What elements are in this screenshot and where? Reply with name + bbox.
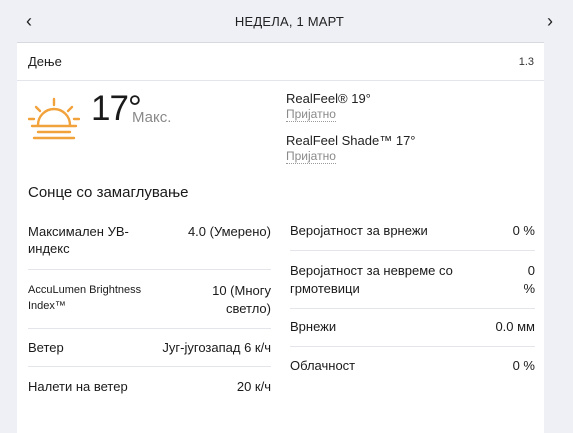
detail-value: 0.0 мм [495, 319, 535, 334]
detail-label: Веројатност за врнежи [290, 223, 428, 238]
detail-value: 20 к/ч [236, 379, 271, 394]
day-section-title: Дење [28, 54, 62, 69]
realfeel-value: RealFeel® 19° [286, 91, 371, 106]
detail-value: 0 % [512, 223, 535, 238]
realfeel-shade-block: RealFeel Shade™ 17° Пријатно [286, 133, 416, 164]
detail-label: Налети на ветер [28, 379, 128, 394]
prev-day-chevron-left-icon[interactable]: ‹ [26, 12, 32, 30]
detail-label: Веројатност за невреме со грмотевици [290, 263, 453, 296]
right-details-list: Веројатност за врнежи 0 % Веројатност за… [290, 215, 535, 387]
detail-value: 0 % [523, 263, 535, 296]
date-navigation: ‹ НЕДЕЛА, 1 МАРТ › [0, 0, 573, 42]
detail-value: 0 % [512, 358, 535, 373]
realfeel-description[interactable]: Пријатно [286, 107, 336, 122]
detail-label: Врнежи [290, 319, 337, 334]
detail-value: 4.0 (Умерено) [187, 224, 271, 239]
detail-row-precip: Врнежи 0.0 мм [290, 309, 535, 347]
max-label: Макс. [132, 109, 172, 126]
detail-label: Максимален УВ-индекс [28, 224, 129, 256]
detail-row-thunder-prob: Веројатност за невреме со грмотевици 0 % [290, 251, 535, 309]
realfeel-shade-description[interactable]: Пријатно [286, 149, 336, 164]
current-conditions: 17° Макс. RealFeel® 19° Пријатно RealFee… [17, 89, 544, 186]
left-details-list: Максимален УВ-индекс 4.0 (Умерено) AccuL… [28, 215, 271, 407]
version-label: 1.3 [518, 55, 534, 68]
detail-label: Ветер [28, 340, 64, 355]
detail-row-wind: Ветер Југ-југозапад 6 к/ч [28, 329, 271, 367]
detail-row-gusts: Налети на ветер 20 к/ч [28, 367, 271, 407]
detail-row-cloud-cover: Облачност 0 % [290, 347, 535, 387]
detail-value: 10 (Многу светло) [212, 283, 271, 316]
detail-row-precip-prob: Веројатност за врнежи 0 % [290, 215, 535, 251]
detail-row-brightness: AccuLumen Brightness Index™ 10 (Многу св… [28, 270, 271, 329]
hazy-sun-icon [28, 97, 80, 140]
next-day-chevron-right-icon[interactable]: › [547, 12, 553, 30]
realfeel-block: RealFeel® 19° Пријатно [286, 91, 371, 122]
forecast-card: Дење 1.3 17° Макс. RealFeel® 19° Пријатн… [17, 42, 544, 433]
realfeel-shade-value: RealFeel Shade™ 17° [286, 133, 416, 148]
date-title: НЕДЕЛА, 1 МАРТ [234, 13, 345, 29]
weather-phrase: Сонце со замаглување [28, 184, 189, 201]
card-header: Дење 1.3 [17, 43, 544, 81]
detail-value: Југ-југозапад 6 к/ч [162, 340, 271, 355]
detail-label: Облачност [290, 358, 356, 373]
detail-label: AccuLumen Brightness Index™ [28, 284, 142, 312]
detail-row-uv: Максимален УВ-индекс 4.0 (Умерено) [28, 215, 271, 270]
